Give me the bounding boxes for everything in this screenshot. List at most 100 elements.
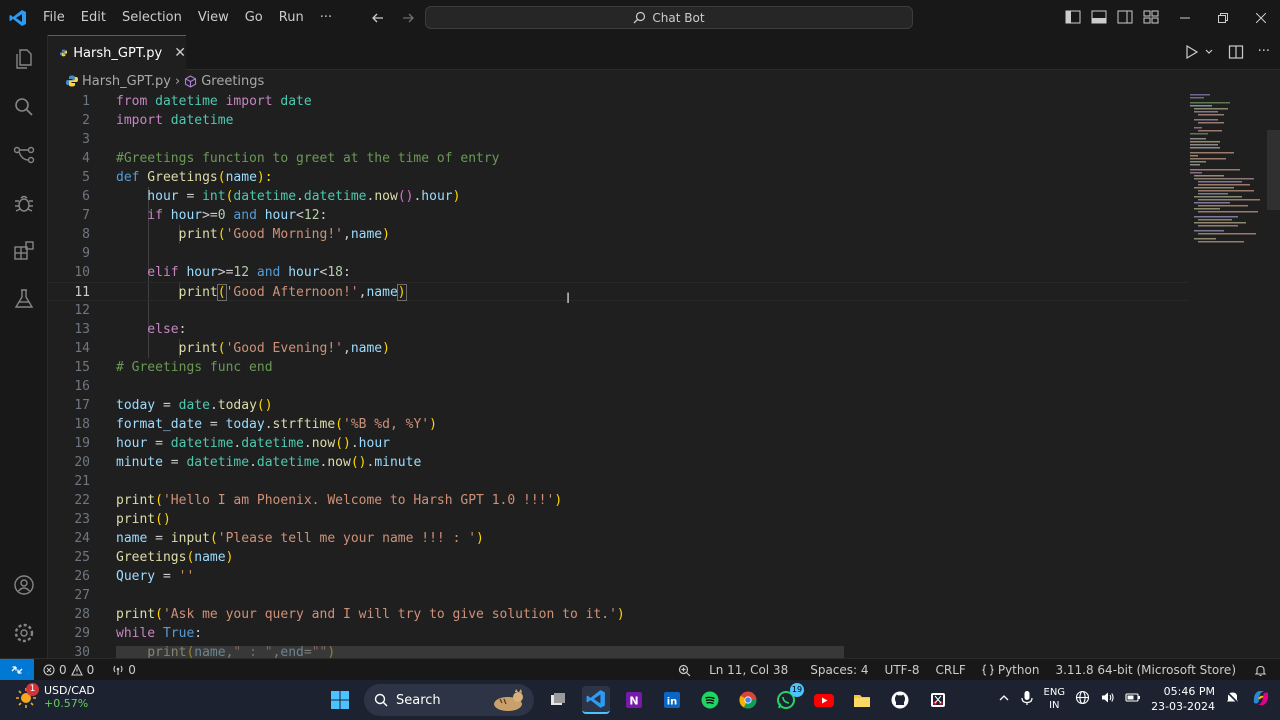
youtube-icon[interactable] [810,686,838,714]
line-number: 23 [74,512,90,527]
breadcrumb: Harsh_GPT.py › Greetings [48,70,264,92]
code-editor[interactable]: 1 from datetime import date 2 import datet… [48,92,1280,658]
split-editor-icon[interactable] [1228,43,1244,61]
code-line: 26 Query = '' [48,567,1188,586]
volume-icon[interactable] [1100,690,1115,708]
activity-bar [0,35,48,658]
minimize-button[interactable] [1166,0,1204,35]
menu-selection[interactable]: Selection [114,0,190,35]
run-debug-icon[interactable] [12,191,36,215]
code-line: 13 else: [48,320,1188,339]
system-clock[interactable]: 05:46 PM 23-03-2024 [1151,684,1215,714]
testing-flask-icon[interactable] [12,287,36,311]
svg-text:N: N [629,695,638,708]
menu-more[interactable]: ··· [312,0,340,35]
line-number: 15 [74,360,90,375]
encoding-setting[interactable]: UTF-8 [880,663,925,677]
code-line: 6 hour = int(datetime.datetime.now().hou… [48,187,1188,206]
explorer-icon[interactable] [12,47,36,71]
line-number: 28 [74,607,90,622]
task-view-icon[interactable] [544,686,572,714]
menu-view[interactable]: View [190,0,237,35]
linkedin-icon[interactable]: in [658,686,686,714]
code-line: 17 today = date.today() [48,396,1188,415]
settings-gear-icon[interactable] [12,621,36,645]
network-globe-icon[interactable] [1075,690,1090,708]
code-line: 25 Greetings(name) [48,548,1188,567]
tab-close-icon[interactable]: ✕ [174,45,186,61]
line-number: 20 [74,455,90,470]
notifications-bell[interactable] [1249,664,1272,677]
ports-indicator[interactable]: 0 [107,663,141,677]
language-mode[interactable]: Python [977,663,1045,677]
forward-arrow-icon[interactable] [398,8,418,28]
indentation-setting[interactable]: Spaces: 4 [805,663,873,677]
cursor-position[interactable]: Ln 11, Col 38 [704,663,793,677]
code-line: 16 [48,377,1188,396]
title-bar: File Edit Selection View Go Run ··· Chat… [0,0,1280,35]
copilot-icon[interactable] [1250,687,1272,712]
code-line: 1 from datetime import date [48,92,1188,111]
remote-icon [11,665,23,674]
onenote-icon[interactable]: N [620,686,648,714]
minimap[interactable] [1184,92,1266,252]
toggle-panel-icon[interactable] [1090,8,1108,26]
python-interpreter[interactable]: 3.11.8 64-bit (Microsoft Store) [1050,663,1241,677]
tab-harsh-gpt[interactable]: Harsh_GPT.py ✕ [48,35,186,70]
github-desktop-icon[interactable] [886,686,914,714]
file-explorer-icon[interactable] [848,686,876,714]
menu-run[interactable]: Run [271,0,312,35]
line-number: 5 [82,170,90,185]
menu-file[interactable]: File [35,0,73,35]
breadcrumb-file[interactable]: Harsh_GPT.py [82,74,171,89]
source-control-icon[interactable] [12,143,36,167]
line-number: 9 [82,246,90,261]
accounts-icon[interactable] [12,573,36,597]
back-arrow-icon[interactable] [368,8,388,28]
chrome-icon[interactable] [734,686,762,714]
microphone-icon[interactable] [1020,690,1034,709]
menu-bar: File Edit Selection View Go Run ··· [35,0,340,35]
customize-layout-icon[interactable] [1142,8,1160,26]
close-window-button[interactable] [1242,0,1280,35]
taskbar-search[interactable]: Search [364,684,534,716]
code-line-current: 11 print('Good Afternoon!',name) [48,282,1188,301]
toggle-secondary-sidebar-icon[interactable] [1116,8,1134,26]
symbol-method-icon [185,74,197,88]
run-python-file-icon[interactable] [1184,43,1200,61]
line-number: 30 [74,645,90,658]
breadcrumb-symbol[interactable]: Greetings [201,74,264,89]
zoom-indicator[interactable] [673,664,696,677]
toggle-primary-sidebar-icon[interactable] [1064,8,1082,26]
input-language[interactable]: ENG IN [1044,686,1066,712]
horizontal-scrollbar[interactable] [116,646,844,658]
clock-time: 05:46 PM [1163,685,1215,698]
battery-icon[interactable] [1125,690,1141,708]
vertical-scrollbar[interactable] [1267,130,1280,210]
restore-button[interactable] [1204,0,1242,35]
search-sidebar-icon[interactable] [12,95,36,119]
eol-setting[interactable]: CRLF [931,663,971,677]
remote-indicator[interactable] [0,658,34,681]
more-actions-icon[interactable]: ··· [1258,43,1270,61]
snipping-tool-icon[interactable] [924,686,952,714]
line-number: 3 [82,132,90,147]
line-number: 24 [74,531,90,546]
menu-go[interactable]: Go [237,0,271,35]
code-line: 4 #Greetings function to greet at the tim… [48,149,1188,168]
vscode-taskbar-icon[interactable] [582,686,610,714]
whatsapp-icon[interactable]: 19 [772,683,804,714]
code-line: 14 print('Good Evening!',name) [48,339,1188,358]
focus-assist-icon[interactable] [1225,690,1240,708]
code-line: 10 elif hour>=12 and hour<18: [48,263,1188,282]
code-line: 9 [48,244,1188,263]
problems-indicator[interactable]: 0 0 [38,663,99,677]
start-button[interactable] [326,686,354,714]
spotify-icon[interactable] [696,686,724,714]
run-dropdown-chevron-icon[interactable] [1204,43,1214,61]
show-hidden-icons-chevron-icon[interactable] [998,692,1010,707]
widgets-button[interactable]: 1 USD/CAD +0.57% [14,683,95,710]
extensions-icon[interactable] [12,239,36,263]
menu-edit[interactable]: Edit [73,0,114,35]
command-center-search[interactable]: Chat Bot [425,6,913,29]
